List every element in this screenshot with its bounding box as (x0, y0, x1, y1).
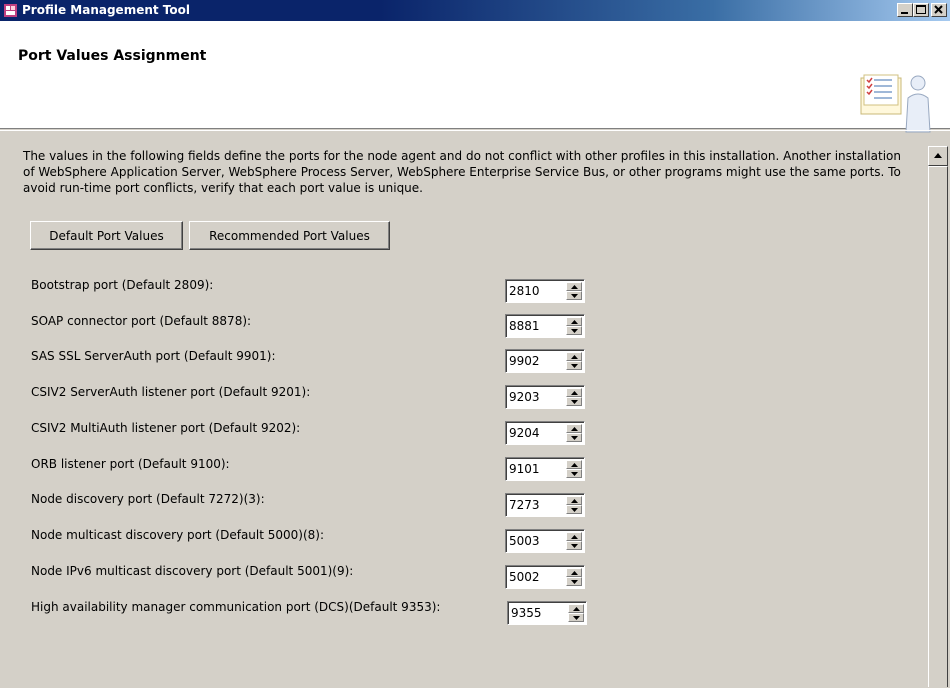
node-ipv6-multicast-port-label: Node IPv6 multicast discovery port (Defa… (31, 564, 354, 578)
spin-down-button[interactable] (566, 469, 582, 478)
window-titlebar[interactable]: Profile Management Tool (0, 0, 950, 21)
default-port-values-button[interactable]: Default Port Values (30, 221, 183, 250)
soap-connector-port-spinner[interactable] (505, 314, 585, 338)
page-header: Port Values Assignment (0, 21, 950, 133)
window-title: Profile Management Tool (22, 3, 190, 17)
spin-up-button[interactable] (566, 568, 582, 577)
arrow-down-icon (573, 616, 580, 620)
spin-up-button[interactable] (566, 388, 582, 397)
minimize-icon (901, 12, 908, 14)
close-button[interactable] (931, 3, 947, 17)
node-discovery-port-input[interactable] (509, 497, 557, 513)
spin-up-button[interactable] (566, 496, 582, 505)
spin-up-button[interactable] (566, 282, 582, 291)
arrow-up-icon (934, 153, 942, 158)
spin-up-button[interactable] (566, 424, 582, 433)
spin-up-button[interactable] (566, 317, 582, 326)
node-multicast-port-input[interactable] (509, 533, 557, 549)
checklist-person-icon (858, 70, 933, 137)
csiv2-multiauth-port-input[interactable] (509, 425, 557, 441)
arrow-up-icon (571, 320, 578, 324)
bootstrap-port-input[interactable] (509, 283, 557, 299)
arrow-up-icon (571, 499, 578, 503)
sas-ssl-port-spinner[interactable] (505, 349, 585, 373)
spin-up-button[interactable] (566, 352, 582, 361)
vertical-scrollbar[interactable] (928, 146, 948, 687)
ha-manager-port-spinner[interactable] (507, 601, 587, 625)
csiv2-multiauth-port-spinner[interactable] (505, 421, 585, 445)
spin-down-button[interactable] (566, 577, 582, 586)
orb-listener-port-input[interactable] (509, 461, 557, 477)
arrow-up-icon (571, 427, 578, 431)
scroll-thumb[interactable] (928, 166, 948, 687)
node-ipv6-multicast-port-input[interactable] (509, 569, 557, 585)
spin-down-button[interactable] (566, 326, 582, 335)
arrow-down-icon (571, 544, 578, 548)
arrow-down-icon (571, 580, 578, 584)
arrow-up-icon (573, 607, 580, 611)
spin-up-button[interactable] (566, 460, 582, 469)
scroll-up-button[interactable] (928, 146, 948, 166)
arrow-down-icon (571, 364, 578, 368)
bootstrap-port-spinner[interactable] (505, 279, 585, 303)
spin-down-button[interactable] (566, 433, 582, 442)
arrow-up-icon (571, 391, 578, 395)
arrow-down-icon (571, 508, 578, 512)
csiv2-multiauth-port-label: CSIV2 MultiAuth listener port (Default 9… (31, 421, 301, 435)
csiv2-serverauth-port-spinner[interactable] (505, 385, 585, 409)
close-icon (934, 5, 943, 14)
node-discovery-port-spinner[interactable] (505, 493, 585, 517)
arrow-down-icon (571, 329, 578, 333)
arrow-up-icon (571, 355, 578, 359)
spin-down-button[interactable] (566, 505, 582, 514)
arrow-down-icon (571, 472, 578, 476)
bootstrap-port-label: Bootstrap port (Default 2809): (31, 278, 214, 292)
spin-down-button[interactable] (566, 541, 582, 550)
arrow-up-icon (571, 571, 578, 575)
ha-manager-port-input[interactable] (511, 605, 559, 621)
csiv2-serverauth-port-input[interactable] (509, 389, 557, 405)
minimize-button[interactable] (897, 3, 913, 17)
node-multicast-port-label: Node multicast discovery port (Default 5… (31, 528, 325, 542)
spin-up-button[interactable] (568, 604, 584, 613)
orb-listener-port-label: ORB listener port (Default 9100): (31, 457, 230, 471)
arrow-up-icon (571, 285, 578, 289)
spin-down-button[interactable] (566, 397, 582, 406)
soap-connector-port-input[interactable] (509, 318, 557, 334)
sas-ssl-port-label: SAS SSL ServerAuth port (Default 9901): (31, 349, 276, 363)
recommended-port-values-button[interactable]: Recommended Port Values (189, 221, 390, 250)
arrow-down-icon (571, 400, 578, 404)
maximize-button[interactable] (913, 3, 929, 17)
spin-up-button[interactable] (566, 532, 582, 541)
page-title: Port Values Assignment (18, 48, 207, 64)
description-text: The values in the following fields defin… (23, 149, 901, 195)
orb-listener-port-spinner[interactable] (505, 457, 585, 481)
arrow-up-icon (571, 535, 578, 539)
spin-down-button[interactable] (566, 361, 582, 370)
maximize-icon (916, 5, 926, 14)
sas-ssl-port-input[interactable] (509, 353, 557, 369)
node-discovery-port-label: Node discovery port (Default 7272)(3): (31, 492, 265, 506)
arrow-down-icon (571, 294, 578, 298)
ha-manager-port-label: High availability manager communication … (31, 600, 441, 614)
arrow-down-icon (571, 436, 578, 440)
profile-management-icon (3, 3, 18, 18)
csiv2-serverauth-port-label: CSIV2 ServerAuth listener port (Default … (31, 385, 311, 399)
node-multicast-port-spinner[interactable] (505, 529, 585, 553)
spin-down-button[interactable] (566, 291, 582, 300)
node-ipv6-multicast-port-spinner[interactable] (505, 565, 585, 589)
spin-down-button[interactable] (568, 613, 584, 622)
arrow-up-icon (571, 463, 578, 467)
soap-connector-port-label: SOAP connector port (Default 8878): (31, 314, 252, 328)
